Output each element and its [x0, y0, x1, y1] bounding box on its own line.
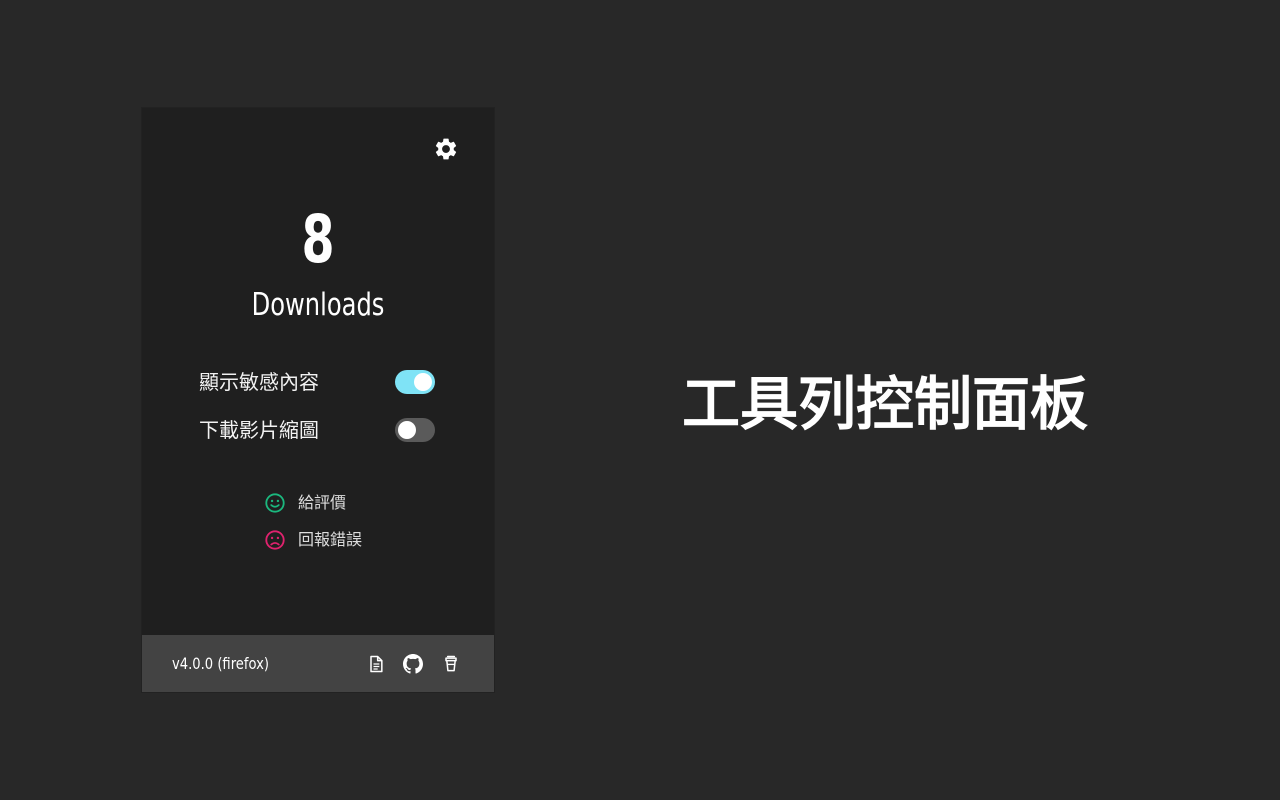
- download-count: 8: [301, 201, 335, 278]
- report-bug-link[interactable]: 回報錯誤: [264, 528, 394, 552]
- smile-icon: [264, 492, 286, 514]
- rate-link-label: 給評價: [298, 493, 347, 512]
- report-bug-link-label: 回報錯誤: [298, 530, 363, 549]
- option-label: 下載影片縮圖: [199, 418, 319, 442]
- feature-caption: 工具列控制面板: [681, 370, 1088, 438]
- settings-button[interactable]: [433, 136, 459, 162]
- option-label: 顯示敏感內容: [199, 370, 319, 394]
- video-thumbnail-toggle[interactable]: [395, 418, 435, 442]
- popup-footer: v4.0.0 (firefox): [142, 635, 494, 692]
- coffee-cup-icon[interactable]: [441, 654, 461, 674]
- sensitive-content-toggle[interactable]: [395, 370, 435, 394]
- toggle-knob: [414, 373, 432, 391]
- rate-link[interactable]: 給評價: [264, 491, 394, 515]
- option-row-video-thumbnail: 下載影片縮圖: [199, 414, 439, 446]
- version-label: v4.0.0 (firefox): [172, 654, 270, 673]
- toggle-knob: [398, 421, 416, 439]
- document-icon[interactable]: [366, 654, 386, 674]
- gear-icon: [435, 138, 457, 160]
- download-count-label: Downloads: [251, 287, 385, 323]
- frown-icon: [264, 529, 286, 551]
- github-icon[interactable]: [403, 654, 423, 674]
- stage: 8 Downloads 顯示敏感內容 下載影片縮圖 給評價 回報錯誤 v4.0.…: [0, 0, 1280, 800]
- option-row-sensitive-content: 顯示敏感內容: [199, 366, 439, 398]
